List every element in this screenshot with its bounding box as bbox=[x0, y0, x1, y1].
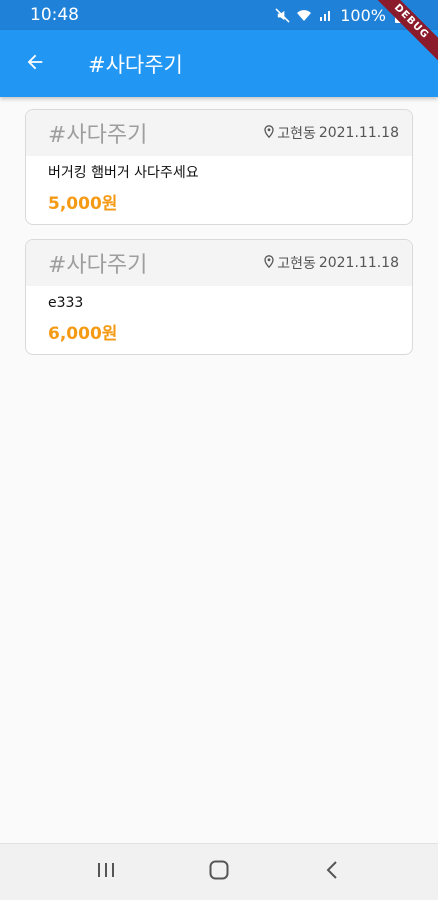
post-meta: 고현동 2021.11.18 bbox=[264, 253, 399, 273]
app-bar: #사다주기 bbox=[0, 30, 438, 97]
post-card-header: #사다주기 고현동 2021.11.18 bbox=[26, 110, 412, 156]
mute-icon bbox=[274, 7, 290, 23]
back-button[interactable] bbox=[0, 30, 70, 97]
signal-icon bbox=[318, 7, 334, 23]
post-text: 버거킹 햄버거 사다주세요 bbox=[48, 165, 199, 181]
status-bar: 10:48 100% bbox=[0, 0, 438, 30]
arrow-left-icon bbox=[24, 51, 46, 77]
system-back-button[interactable] bbox=[312, 852, 352, 892]
home-icon bbox=[208, 859, 230, 885]
post-card[interactable]: #사다주기 고현동 2021.11.18 버거킹 햄버거 사다주세요 5,000… bbox=[25, 109, 413, 225]
home-button[interactable] bbox=[199, 852, 239, 892]
status-time: 10:48 bbox=[30, 5, 79, 25]
post-text: e333 bbox=[48, 295, 84, 311]
post-card-header: #사다주기 고현동 2021.11.18 bbox=[26, 240, 412, 286]
recents-icon bbox=[96, 861, 116, 883]
post-price: 5,000원 bbox=[48, 194, 118, 214]
location-pin-icon bbox=[264, 124, 274, 142]
location-pin-icon bbox=[264, 254, 274, 272]
screen: 10:48 100% DEBUG #사다주기 #사다주기 고현동 2021.11… bbox=[0, 0, 438, 900]
post-category: #사다주기 bbox=[48, 123, 148, 148]
post-meta: 고현동 2021.11.18 bbox=[264, 123, 399, 143]
post-card-body: 버거킹 햄버거 사다주세요 5,000원 bbox=[26, 156, 412, 214]
recents-button[interactable] bbox=[86, 852, 126, 892]
post-location: 고현동 bbox=[277, 126, 316, 142]
post-card[interactable]: #사다주기 고현동 2021.11.18 e333 6,000원 bbox=[25, 239, 413, 355]
post-list: #사다주기 고현동 2021.11.18 버거킹 햄버거 사다주세요 5,000… bbox=[25, 109, 413, 369]
post-location: 고현동 bbox=[277, 256, 316, 272]
post-card-body: e333 6,000원 bbox=[26, 286, 412, 344]
back-icon bbox=[325, 860, 339, 884]
battery-text: 100% bbox=[340, 5, 386, 25]
system-nav-bar bbox=[0, 843, 438, 900]
post-date: 2021.11.18 bbox=[318, 125, 399, 141]
post-category: #사다주기 bbox=[48, 253, 148, 278]
wifi-icon bbox=[296, 7, 312, 23]
post-price: 6,000원 bbox=[48, 324, 118, 344]
page-title: #사다주기 bbox=[88, 52, 183, 77]
post-date: 2021.11.18 bbox=[318, 255, 399, 271]
